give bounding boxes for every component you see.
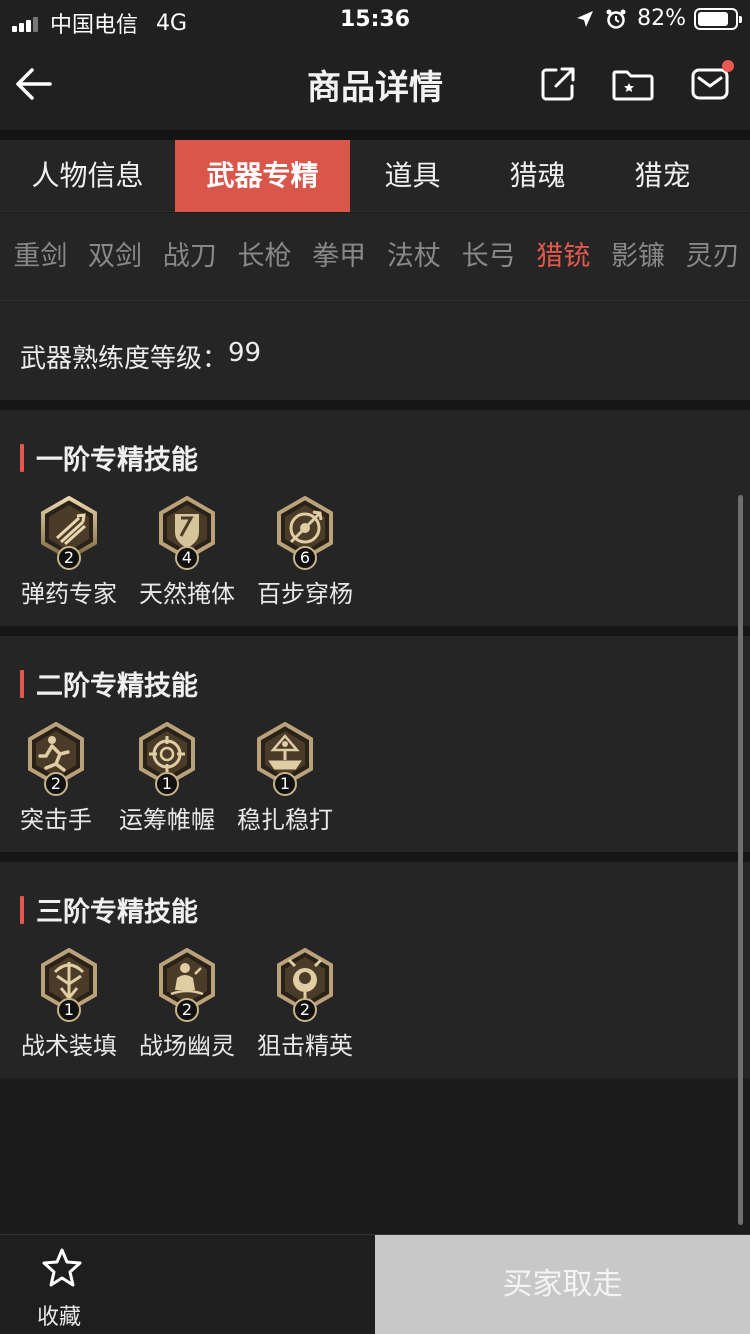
skill-item[interactable]: 2 狙击精英 [256, 947, 354, 1061]
section-title: 一阶专精技能 [36, 445, 198, 476]
mail-button[interactable] [690, 60, 734, 104]
shield-icon: 4 [155, 495, 219, 570]
weapon-tabs: 重剑 双剑 战刀 长枪 拳甲 法杖 长弓 猎铳 影镰 灵刃 [0, 213, 750, 301]
share-icon [541, 67, 575, 101]
scrollbar[interactable] [738, 495, 743, 1225]
tripod-icon: 1 [253, 721, 317, 796]
tier-3-skills-section: 三阶专精技能 1 战术装填 2 战场幽灵 2 狙击精英 [0, 862, 750, 1078]
section-separator [0, 626, 750, 636]
skill-name: 战术装填 [21, 1032, 117, 1060]
skill-count: 1 [155, 772, 179, 796]
collect-button[interactable]: 收藏 [0, 1235, 375, 1334]
tab-items[interactable]: 道具 [350, 140, 475, 212]
section-accent-bar [20, 669, 24, 698]
weapon-tab[interactable]: 长枪 [227, 213, 302, 301]
weapon-level-row: 武器熟练度等级： 99 [0, 302, 750, 400]
weapon-tab[interactable]: 影镰 [601, 213, 676, 301]
weapon-tab[interactable]: 拳甲 [302, 213, 377, 301]
section-accent-bar [20, 895, 24, 924]
nav-separator [0, 130, 750, 140]
skill-count: 2 [57, 546, 81, 570]
skill-count: 2 [44, 772, 68, 796]
skill-count: 6 [293, 546, 317, 570]
section-accent-bar [20, 443, 24, 472]
section-header: 一阶专精技能 [20, 438, 198, 477]
tab-hunting-pet[interactable]: 猎宠 [600, 140, 725, 212]
runner-icon: 2 [24, 721, 88, 796]
main-tabs: 人物信息 武器专精 道具 猎魂 猎宠 [0, 140, 750, 212]
skill-name: 突击手 [20, 806, 92, 834]
weapon-tab[interactable]: 法杖 [377, 213, 452, 301]
target-icon: 6 [273, 495, 337, 570]
crosshair-icon: 1 [135, 721, 199, 796]
skill-item[interactable]: 6 百步穿杨 [256, 495, 354, 609]
bow-icon: 1 [37, 947, 101, 1022]
weapon-tab[interactable]: 重剑 [3, 213, 78, 301]
skill-item[interactable]: 1 运筹帷幄 [114, 721, 220, 835]
skill-name: 弹药专家 [21, 580, 117, 608]
weapon-tab-active[interactable]: 猎铳 [526, 213, 601, 301]
bottom-bar: 收藏 买家取走 [0, 1234, 750, 1334]
skill-item[interactable]: 1 战术装填 [20, 947, 118, 1061]
skill-list: 1 战术装填 2 战场幽灵 2 狙击精英 [20, 947, 374, 1061]
weapon-level-value: 99 [228, 338, 262, 368]
battery-icon [694, 7, 742, 30]
nav-bar: 商品详情 [0, 40, 750, 130]
skill-name: 运筹帷幄 [119, 806, 215, 834]
weapon-level: 武器熟练度等级： 99 [20, 338, 261, 375]
battery-label: 82% [637, 6, 686, 31]
weapon-tab[interactable]: 长弓 [451, 213, 526, 301]
battery-fill [698, 11, 728, 26]
skill-count: 2 [293, 998, 317, 1022]
skill-name: 百步穿杨 [257, 580, 353, 608]
section-separator [0, 400, 750, 410]
folder-star-icon [612, 70, 654, 101]
tier-2-skills-section: 二阶专精技能 2 突击手 1 运筹帷幄 1 稳扎稳打 [0, 636, 750, 852]
weapon-tab[interactable]: 灵刃 [675, 213, 750, 301]
section-header: 三阶专精技能 [20, 890, 198, 929]
star-icon [42, 1248, 82, 1287]
skill-item[interactable]: 2 突击手 [8, 721, 104, 835]
skill-count: 2 [175, 998, 199, 1022]
skill-name: 稳扎稳打 [237, 806, 333, 834]
page: 中国电信 4G 15:36 82% 商品详情 人物信息 武器专精 道具 猎魂 猎… [0, 0, 750, 1334]
skill-count: 1 [57, 998, 81, 1022]
skill-list: 2 突击手 1 运筹帷幄 1 稳扎稳打 [8, 721, 358, 835]
skill-count: 4 [175, 546, 199, 570]
collect-label: 收藏 [37, 1305, 82, 1330]
skill-item[interactable]: 2 弹药专家 [20, 495, 118, 609]
ghost-icon: 2 [155, 947, 219, 1022]
tab-character-info[interactable]: 人物信息 [0, 140, 175, 212]
skill-name: 狙击精英 [257, 1032, 353, 1060]
section-title: 三阶专精技能 [36, 897, 198, 928]
skill-count: 1 [273, 772, 297, 796]
tab-hunting-soul[interactable]: 猎魂 [475, 140, 600, 212]
weapon-tab[interactable]: 双剑 [78, 213, 153, 301]
status-bar: 中国电信 4G 15:36 82% [0, 0, 750, 40]
skill-item[interactable]: 1 稳扎稳打 [232, 721, 338, 835]
location-icon [577, 10, 594, 27]
weapon-level-label: 武器熟练度等级： [20, 344, 229, 374]
sniper-icon: 2 [273, 947, 337, 1022]
ammo-icon: 2 [37, 495, 101, 570]
tab-weapon-mastery[interactable]: 武器专精 [175, 140, 350, 212]
share-button[interactable] [538, 64, 578, 104]
tier-1-skills-section: 一阶专精技能 2 弹药专家 4 天然掩体 6 百步穿杨 [0, 410, 750, 626]
section-header: 二阶专精技能 [20, 664, 198, 703]
skill-item[interactable]: 2 战场幽灵 [138, 947, 236, 1061]
skill-list: 2 弹药专家 4 天然掩体 6 百步穿杨 [20, 495, 374, 609]
weapon-tab[interactable]: 战刀 [152, 213, 227, 301]
buyer-pickup-button[interactable]: 买家取走 [375, 1235, 750, 1334]
skill-name: 天然掩体 [139, 580, 235, 608]
status-right: 82% [575, 6, 742, 31]
skill-name: 战场幽灵 [139, 1032, 235, 1060]
section-separator [0, 852, 750, 862]
section-title: 二阶专精技能 [36, 671, 198, 702]
skill-item[interactable]: 4 天然掩体 [138, 495, 236, 609]
notification-dot [722, 60, 734, 72]
favorite-folder-button[interactable] [612, 64, 654, 104]
alarm-icon [606, 9, 626, 29]
